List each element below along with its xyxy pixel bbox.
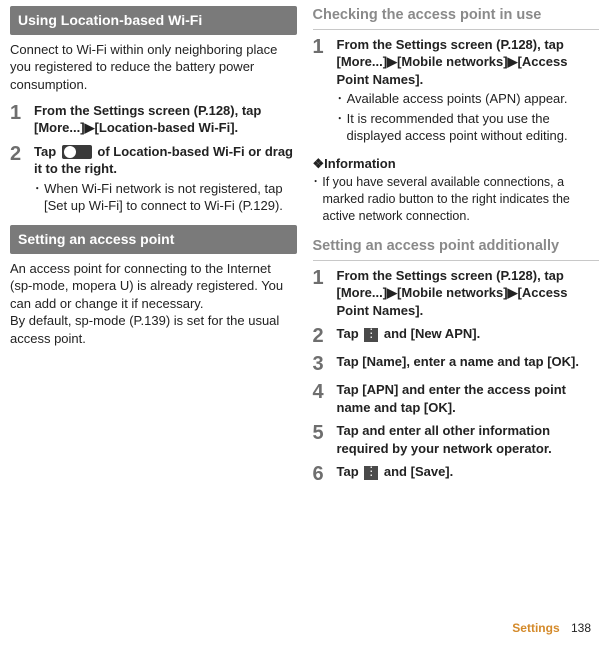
step-row: 2 Tap and [New APN]. [313,325,600,347]
step-body: Tap of Location-based Wi-Fi or drag it t… [34,143,297,215]
menu-overflow-icon [364,466,378,480]
step-number: 3 [313,353,337,375]
step-number: 1 [10,102,34,124]
info-item: If you have several available connection… [313,174,600,225]
step-row: 4 Tap [APN] and enter the access point n… [313,381,600,416]
info-heading: ❖Information [313,155,600,173]
right-column: Checking the access point in use 1 From … [313,6,600,620]
sub-heading-add-ap: Setting an access point additionally [313,237,600,261]
menu-overflow-icon [364,328,378,342]
step-row: 5 Tap and enter all other information re… [313,422,600,457]
step-number: 1 [313,267,337,289]
step-note: It is recommended that you use the displ… [337,110,600,145]
step-instruction: Tap [APN] and enter the access point nam… [337,382,566,415]
step-instruction-part-b: and [Save]. [384,464,453,479]
step-instruction: From the Settings screen (P.128), tap [M… [337,37,568,87]
step-note: When Wi-Fi network is not registered, ta… [34,180,297,215]
section-title-location-wifi: Using Location-based Wi-Fi [10,6,297,35]
step-body: From the Settings screen (P.128), tap [M… [34,102,297,137]
step-note: Available access points (APN) appear. [337,90,600,108]
step-instruction-part-a: Tap [34,144,60,159]
step-number: 5 [313,422,337,444]
step-number: 4 [313,381,337,403]
step-number: 1 [313,36,337,58]
step-number: 6 [313,463,337,485]
step-instruction-part-a: Tap [337,326,363,341]
step-row: 6 Tap and [Save]. [313,463,600,485]
step-instruction: From the Settings screen (P.128), tap [M… [337,268,568,318]
step-instruction-part-a: Tap [337,464,363,479]
section-title-setting-ap: Setting an access point [10,225,297,254]
step-row: 1 From the Settings screen (P.128), tap … [10,102,297,137]
footer: Settings 138 [0,620,609,636]
left-column: Using Location-based Wi-Fi Connect to Wi… [10,6,297,620]
sub-heading-check-ap: Checking the access point in use [313,6,600,30]
step-row: 2 Tap of Location-based Wi-Fi or drag it… [10,143,297,215]
step-row: 1 From the Settings screen (P.128), tap … [313,36,600,145]
page-number: 138 [571,621,591,635]
step-instruction-part-b: and [New APN]. [384,326,480,341]
body-text: An access point for connecting to the In… [10,260,297,348]
step-instruction: Tap [Name], enter a name and tap [OK]. [337,354,579,369]
footer-section-label: Settings [512,621,559,635]
toggle-off-icon [62,145,92,159]
step-number: 2 [10,143,34,165]
step-body: From the Settings screen (P.128), tap [M… [337,36,600,145]
step-instruction: Tap and enter all other information requ… [337,423,552,456]
step-instruction: From the Settings screen (P.128), tap [M… [34,103,261,136]
step-row: 3 Tap [Name], enter a name and tap [OK]. [313,353,600,375]
intro-text: Connect to Wi-Fi within only neighboring… [10,41,297,94]
step-row: 1 From the Settings screen (P.128), tap … [313,267,600,320]
page: Using Location-based Wi-Fi Connect to Wi… [0,0,609,620]
step-number: 2 [313,325,337,347]
